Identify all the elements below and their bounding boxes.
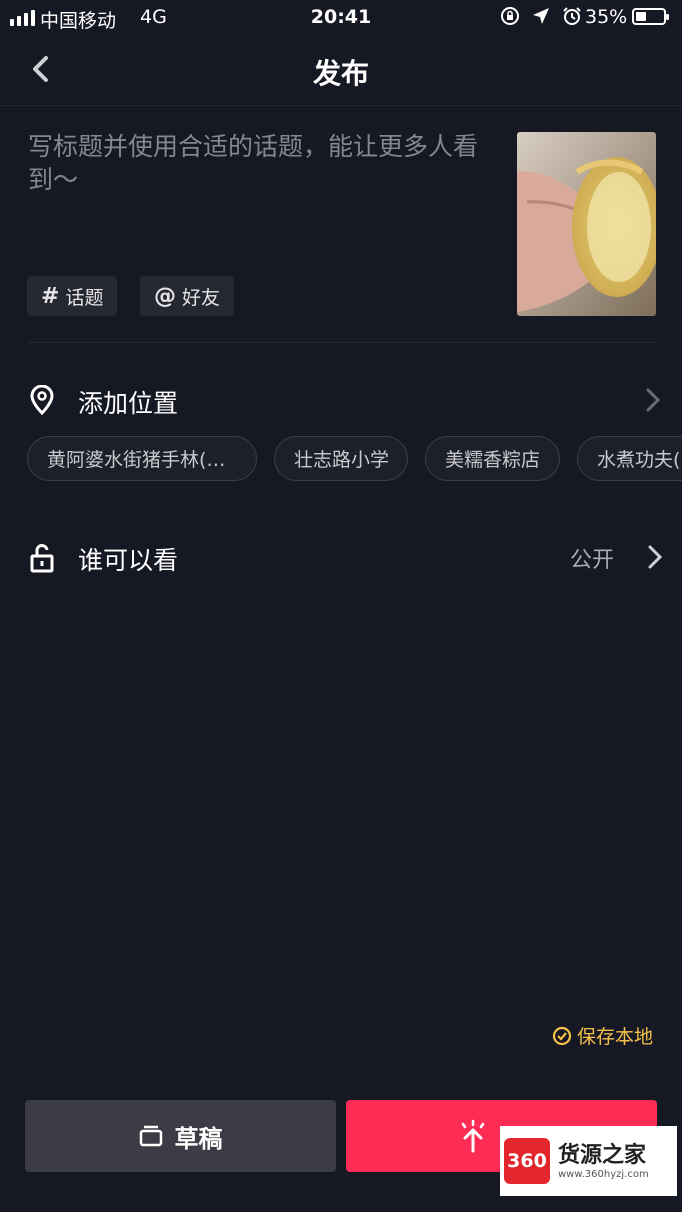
draft-button[interactable]: 草稿 bbox=[25, 1100, 336, 1172]
watermark: 360 货源之家 www.360hyzj.com bbox=[500, 1126, 677, 1196]
alarm-icon bbox=[563, 7, 581, 25]
page-title: 发布 bbox=[312, 57, 369, 90]
battery-percent: 35% bbox=[585, 6, 628, 28]
location-suggestion-chip[interactable]: 壮志路小学 bbox=[274, 436, 408, 481]
add-location-label: 添加位置 bbox=[78, 389, 179, 418]
add-location-row[interactable]: 添加位置 bbox=[0, 370, 682, 430]
unlock-icon bbox=[30, 543, 54, 573]
watermark-name: 货源之家 bbox=[558, 1142, 647, 1168]
section-divider bbox=[28, 342, 656, 343]
location-arrow-icon bbox=[533, 8, 549, 24]
check-circle-icon bbox=[552, 1026, 572, 1045]
status-bar: 中国移动 4G 20:41 35% bbox=[0, 0, 682, 36]
save-local-toggle[interactable]: 保存本地 bbox=[552, 1022, 653, 1049]
topic-chip-label: 话题 bbox=[65, 286, 104, 309]
chevron-right-icon bbox=[648, 545, 663, 569]
save-local-label: 保存本地 bbox=[577, 1026, 654, 1048]
topic-chip[interactable]: # 话题 bbox=[27, 276, 118, 316]
chevron-right-icon bbox=[646, 388, 661, 412]
location-suggestion-chip[interactable]: 水煮功夫( bbox=[577, 436, 682, 481]
location-suggestion-chip[interactable]: 黄阿婆水街猪手林(… bbox=[27, 436, 257, 481]
watermark-url: www.360hyzj.com bbox=[558, 1168, 649, 1180]
watermark-logo: 360 bbox=[504, 1138, 550, 1184]
caption-input[interactable]: 写标题并使用合适的话题，能让更多人看到～ bbox=[28, 130, 498, 196]
privacy-label: 谁可以看 bbox=[78, 546, 179, 575]
upload-arrow-icon bbox=[461, 1119, 485, 1153]
status-icons bbox=[500, 6, 582, 26]
hashtag-icon: # bbox=[41, 283, 60, 309]
friend-chip-label: 好友 bbox=[182, 286, 221, 309]
rotation-lock-icon bbox=[501, 7, 519, 25]
privacy-value[interactable]: 公开 bbox=[570, 542, 614, 574]
at-icon: @ bbox=[154, 283, 176, 309]
video-cover-thumbnail[interactable] bbox=[517, 132, 656, 316]
location-suggestion-chip[interactable]: 美糯香粽店 bbox=[425, 436, 560, 481]
location-pin-icon bbox=[30, 385, 54, 415]
battery-icon bbox=[632, 8, 669, 25]
draft-box-icon bbox=[139, 1125, 162, 1147]
nav-divider bbox=[0, 105, 682, 106]
draft-button-label: 草稿 bbox=[174, 1124, 223, 1153]
friend-chip[interactable]: @ 好友 bbox=[140, 276, 235, 316]
